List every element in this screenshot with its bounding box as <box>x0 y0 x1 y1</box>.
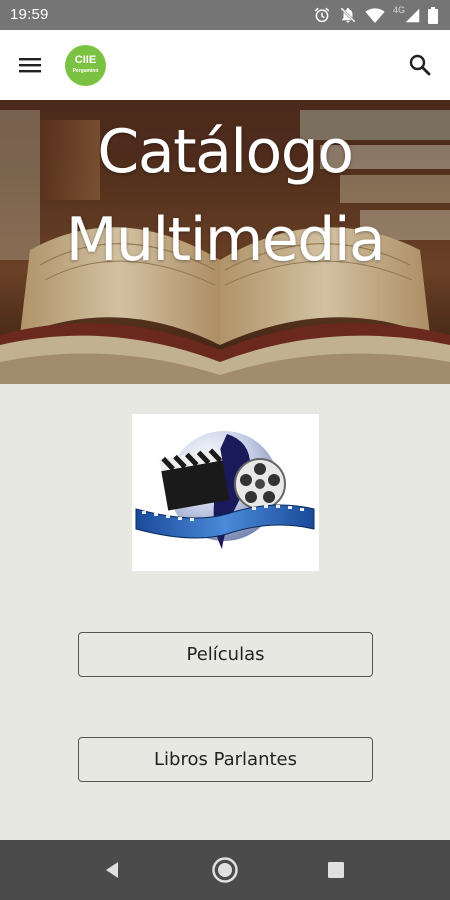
status-bar: 19:59 4G <box>0 0 450 30</box>
libros-parlantes-button[interactable]: Libros Parlantes <box>78 737 373 782</box>
hero-title: Catálogo Multimedia <box>0 108 450 284</box>
peliculas-button[interactable]: Películas <box>78 632 373 677</box>
hero-title-line-2: Multimedia <box>65 205 386 275</box>
main-content: Películas Libros Parlantes <box>0 384 450 840</box>
film-reel-clapperboard-image <box>135 431 315 549</box>
logo-sub-text: Pergamino <box>72 68 99 74</box>
recents-button[interactable] <box>321 855 351 885</box>
logo-main-text: CIIE <box>74 54 97 66</box>
notifications-off-icon <box>340 7 356 23</box>
status-icons: 4G <box>313 5 438 25</box>
battery-icon <box>428 6 438 24</box>
menu-button[interactable] <box>12 50 48 80</box>
back-button[interactable] <box>98 855 128 885</box>
home-icon <box>212 857 238 883</box>
logo[interactable]: CIIE Pergamino <box>65 45 106 86</box>
wifi-icon <box>365 7 385 23</box>
network-type: 4G <box>392 5 405 15</box>
menu-icon <box>19 58 41 73</box>
system-nav-bar <box>0 840 450 900</box>
back-icon <box>106 862 118 878</box>
home-button[interactable] <box>210 855 240 885</box>
hero-banner: Catálogo Multimedia <box>0 100 450 384</box>
cell-signal-icon <box>405 8 420 22</box>
catalog-image <box>132 414 319 571</box>
alarm-icon <box>314 7 330 23</box>
search-icon <box>409 54 431 76</box>
app-bar: CIIE Pergamino <box>0 30 450 100</box>
status-time: 19:59 <box>10 6 49 23</box>
hero-title-line-1: Catálogo <box>97 117 354 187</box>
recents-icon <box>328 862 344 878</box>
search-button[interactable] <box>404 50 436 80</box>
